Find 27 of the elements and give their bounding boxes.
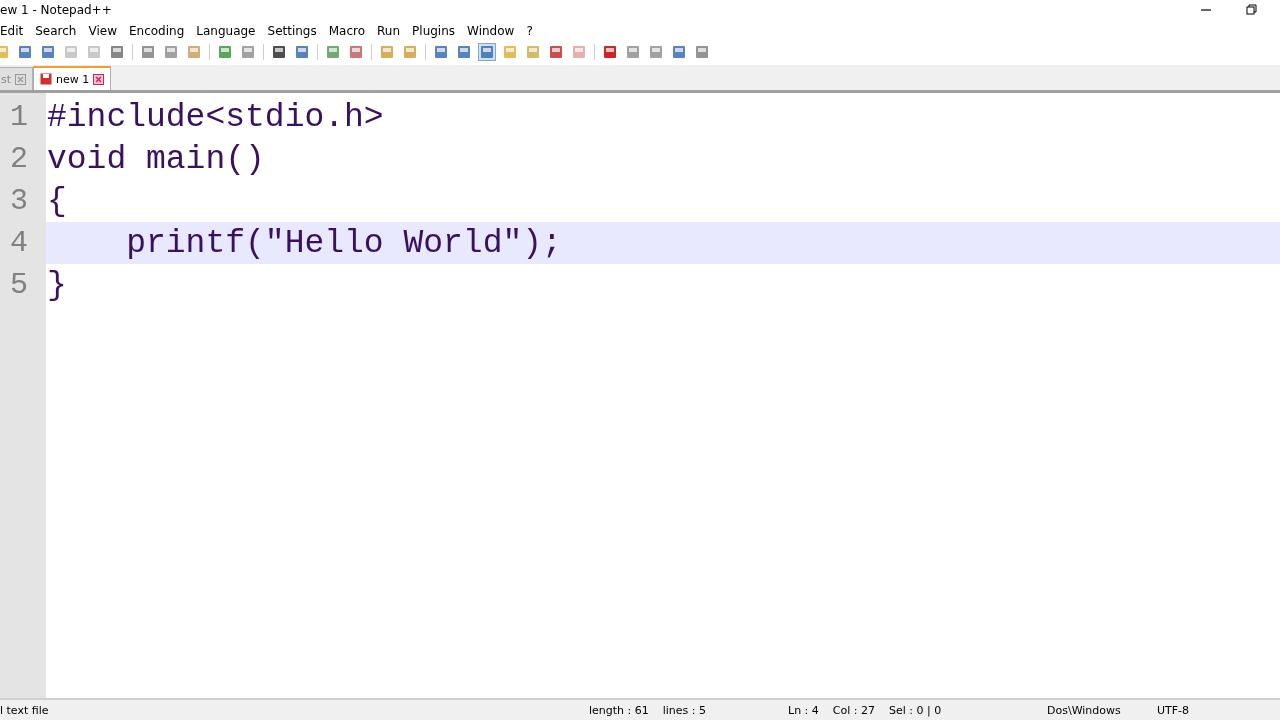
status-text: l text file [0, 703, 49, 717]
menu-item[interactable]: Encoding [128, 23, 185, 38]
menu-item[interactable]: Window [467, 23, 515, 38]
code-line: } [47, 266, 67, 304]
code-line: { [47, 182, 67, 220]
status-text: length : 61 lines : 5 [589, 703, 707, 717]
status-text: UTF-8 [1157, 703, 1190, 717]
line-number: 4 [0, 222, 46, 264]
menu-item[interactable]: Settings [267, 23, 317, 38]
menu-item[interactable]: Plugins [412, 23, 456, 38]
restore-icon[interactable] [1246, 4, 1258, 16]
window-title: ew 1 - Notepad++ [0, 3, 112, 17]
menu-item[interactable]: ? [526, 23, 533, 38]
code-line: printf("Hello World"); [125, 224, 562, 262]
status-text: Ln : 4 Col : 27 Sel : 0 | 0 [788, 703, 942, 717]
menu-item[interactable]: Edit [0, 23, 24, 38]
unsaved-file-icon [40, 73, 53, 85]
menu-item[interactable]: Run [377, 23, 401, 38]
menu-item[interactable]: View [88, 23, 117, 38]
file-tab[interactable]: new 1 [33, 66, 112, 90]
status-text: Dos\Windows [1047, 703, 1121, 717]
menu-item[interactable]: Macro [328, 23, 366, 38]
menu-item[interactable]: Language [196, 23, 256, 38]
code-line: #include<stdio.h> [47, 98, 384, 136]
code-line: void main() [47, 140, 265, 178]
close-icon[interactable] [93, 73, 105, 85]
menu-item[interactable]: Search [35, 23, 77, 38]
